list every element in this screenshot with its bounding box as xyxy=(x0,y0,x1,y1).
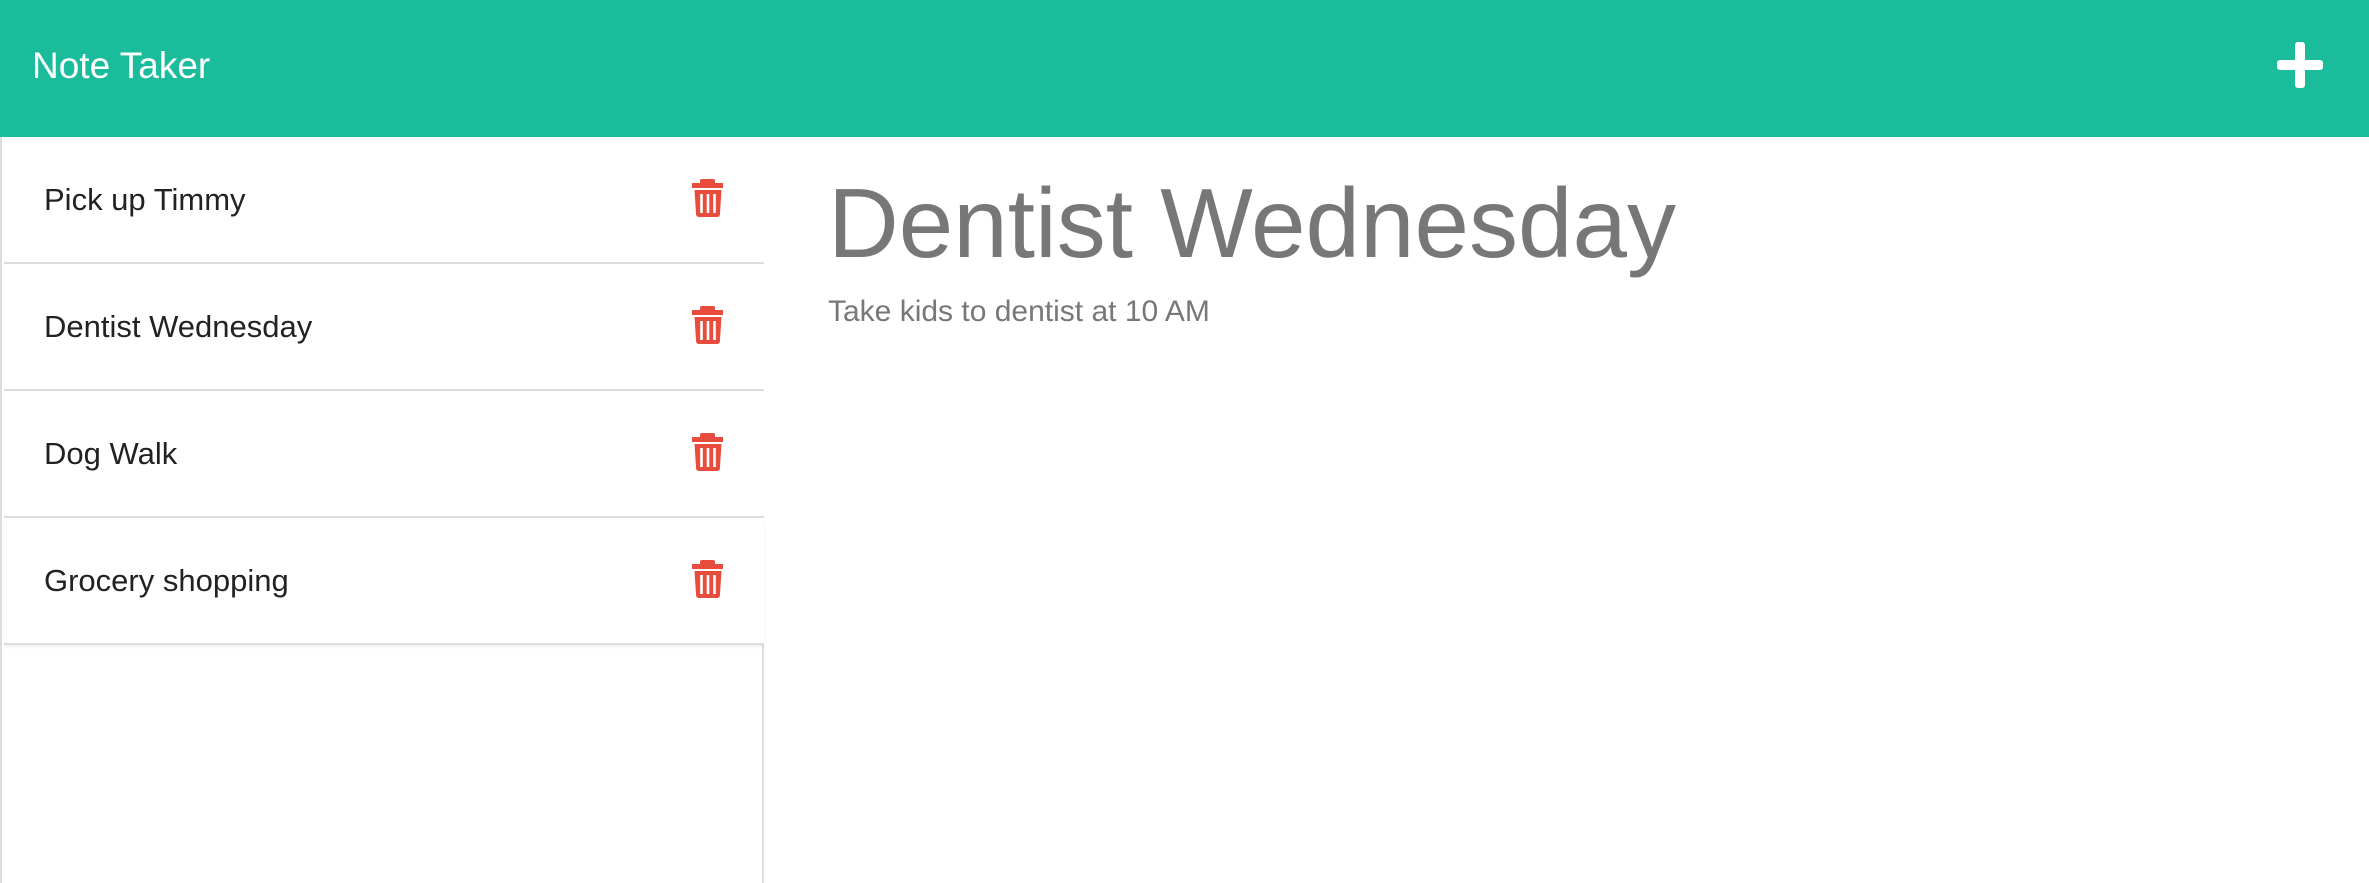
list-item[interactable]: Pick up Timmy xyxy=(4,137,764,264)
trash-icon xyxy=(692,433,723,471)
notes-sidebar: Pick up Timmy Dentist Wednesday Dog Walk… xyxy=(0,137,764,883)
brand-title[interactable]: Note Taker xyxy=(32,0,210,131)
note-title: Pick up Timmy xyxy=(44,182,246,217)
list-item[interactable]: Dentist Wednesday xyxy=(4,264,764,391)
note-text-area[interactable]: Take kids to dentist at 10 AM xyxy=(828,292,1210,332)
note-title: Dog Walk xyxy=(44,436,178,471)
trash-icon xyxy=(692,560,723,598)
delete-note-button[interactable] xyxy=(692,179,724,217)
trash-icon xyxy=(692,179,723,217)
delete-note-button[interactable] xyxy=(692,433,724,471)
navbar: Note Taker xyxy=(0,0,2369,137)
delete-note-button[interactable] xyxy=(692,560,724,598)
note-title: Dentist Wednesday xyxy=(44,309,313,344)
note-detail: Dentist Wednesday Take kids to dentist a… xyxy=(766,137,2369,883)
trash-icon xyxy=(692,306,723,344)
list-item[interactable]: Grocery shopping xyxy=(4,518,764,645)
delete-note-button[interactable] xyxy=(692,306,724,344)
list-item[interactable]: Dog Walk xyxy=(4,391,764,518)
note-title: Grocery shopping xyxy=(44,563,289,598)
note-title-field[interactable]: Dentist Wednesday xyxy=(828,163,1676,283)
new-note-button[interactable] xyxy=(2270,38,2330,92)
plus-icon xyxy=(2277,42,2323,88)
note-list: Pick up Timmy Dentist Wednesday Dog Walk… xyxy=(4,137,764,645)
